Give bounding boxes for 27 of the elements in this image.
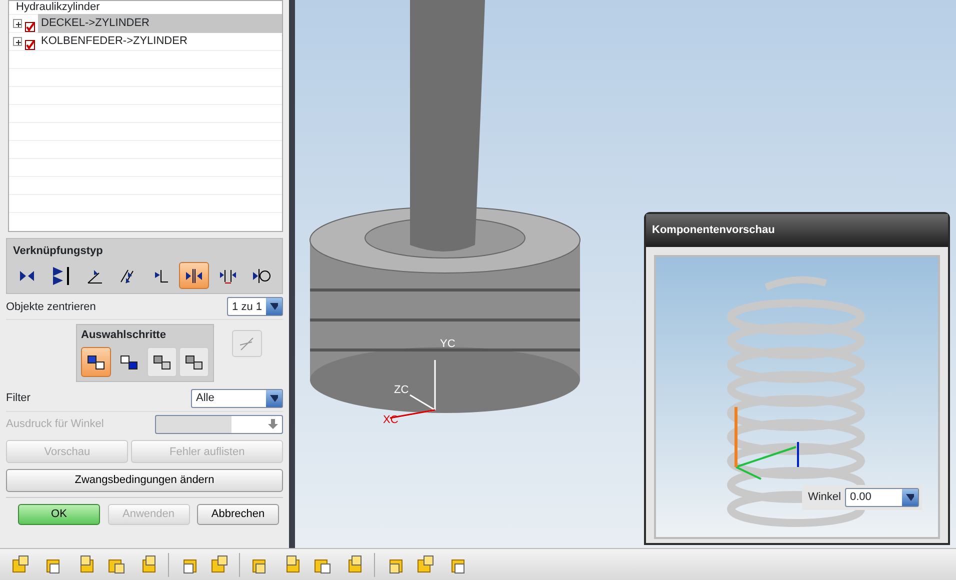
- tree-root-label[interactable]: Hydraulikzylinder: [13, 1, 103, 17]
- field-label: Winkel: [808, 490, 841, 505]
- tree-item[interactable]: DECKEL->ZYLINDER: [38, 14, 282, 33]
- field-label: Objekte zentrieren: [6, 300, 96, 314]
- constraint-icon: [51, 266, 72, 286]
- dialog-button[interactable]: OK: [18, 504, 100, 525]
- tree-item[interactable]: KOLBENFEDER->ZYLINDER: [38, 32, 190, 51]
- selection-step-button[interactable]: [81, 346, 111, 376]
- centering-dropdown[interactable]: 1 zu 1: [227, 297, 283, 316]
- filter-dropdown[interactable]: Alle: [191, 388, 283, 408]
- expand-icon[interactable]: [13, 37, 22, 46]
- window-title: Komponentenvorschau: [646, 214, 948, 246]
- link-type-button[interactable]: [179, 262, 210, 290]
- field-label: Filter: [6, 390, 30, 406]
- axis-label: YC: [440, 337, 456, 352]
- group-title: Auswahlschritte: [81, 328, 167, 344]
- dialog-button[interactable]: Abbrechen: [197, 504, 279, 525]
- cubes-icon: [118, 352, 139, 370]
- cubes-icon: [86, 352, 106, 370]
- axis-label: ZC: [394, 383, 409, 398]
- expand-icon[interactable]: [13, 19, 22, 28]
- field-label: Ausdruck für Winkel: [6, 417, 104, 432]
- cubes-icon: [152, 352, 172, 370]
- change-constraints-button[interactable]: Zwangsbedingungen ändern: [6, 468, 283, 492]
- cubes-icon: [184, 352, 204, 370]
- angle-dropdown[interactable]: 0.00: [845, 488, 919, 506]
- group-title: Verknüpfungstyp: [13, 244, 104, 259]
